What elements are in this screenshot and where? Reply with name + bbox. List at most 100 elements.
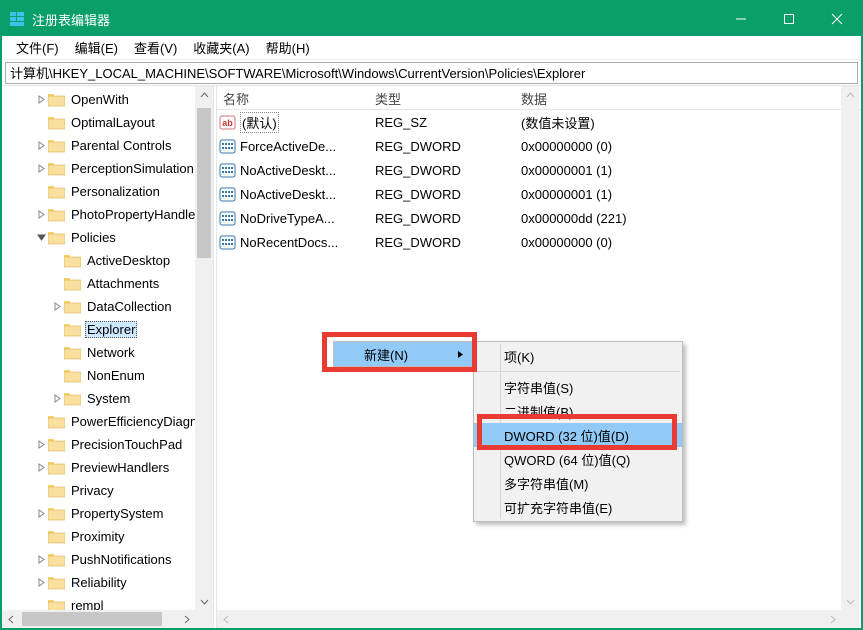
value-row[interactable]: NoDriveTypeA...REG_DWORD0x000000dd (221)	[217, 206, 861, 230]
tree-node-label: OptimalLayout	[69, 114, 157, 131]
tree-node-label: Network	[85, 344, 137, 361]
close-button[interactable]	[813, 2, 861, 36]
minimize-button[interactable]	[717, 2, 765, 36]
collapse-icon[interactable]	[34, 233, 48, 242]
value-data: 0x00000000 (0)	[515, 235, 861, 250]
scroll-left-icon[interactable]	[2, 610, 20, 628]
expand-icon[interactable]	[34, 509, 48, 518]
value-row[interactable]: NoActiveDeskt...REG_DWORD0x00000001 (1)	[217, 182, 861, 206]
column-header-data[interactable]: 数据	[515, 86, 861, 109]
value-row[interactable]: ForceActiveDe...REG_DWORD0x00000000 (0)	[217, 134, 861, 158]
expand-icon[interactable]	[34, 578, 48, 587]
tree-node[interactable]: PowerEfficiencyDiagnostic	[2, 410, 213, 433]
tree-node[interactable]: OptimalLayout	[2, 111, 213, 134]
context-item-label: 可扩充字符串值(E)	[504, 498, 612, 517]
value-row[interactable]: ab(默认)REG_SZ(数值未设置)	[217, 110, 861, 134]
tree-node-label: PhotoPropertyHandler	[69, 206, 202, 223]
expand-icon[interactable]	[34, 463, 48, 472]
tree-node[interactable]: PushNotifications	[2, 548, 213, 571]
tree-node[interactable]: Policies	[2, 226, 213, 249]
menu-help[interactable]: 帮助(H)	[258, 36, 318, 59]
menu-favorites[interactable]: 收藏夹(A)	[185, 36, 257, 59]
folder-icon	[48, 415, 65, 429]
expand-icon[interactable]	[34, 164, 48, 173]
expand-icon[interactable]	[34, 440, 48, 449]
tree-node[interactable]: DataCollection	[2, 295, 213, 318]
folder-icon	[48, 484, 65, 498]
dword-value-icon	[219, 162, 236, 179]
list-vertical-scrollbar[interactable]	[841, 86, 859, 610]
expand-icon[interactable]	[34, 141, 48, 150]
expand-icon[interactable]	[34, 210, 48, 219]
scroll-right-icon[interactable]	[823, 610, 841, 628]
tree-horizontal-scrollbar[interactable]	[2, 610, 195, 628]
window-controls	[717, 2, 861, 36]
scroll-left-icon[interactable]	[217, 610, 235, 628]
context-item-new[interactable]: 新建(N)	[334, 342, 472, 366]
tree-vertical-scrollbar[interactable]	[195, 86, 213, 610]
tree-node[interactable]: Proximity	[2, 525, 213, 548]
scroll-down-icon[interactable]	[841, 592, 859, 610]
scroll-up-icon[interactable]	[195, 86, 213, 104]
scroll-thumb[interactable]	[22, 612, 162, 626]
tree-node[interactable]: System	[2, 387, 213, 410]
tree-node[interactable]: PrecisionTouchPad	[2, 433, 213, 456]
menu-view[interactable]: 查看(V)	[126, 36, 185, 59]
tree-node[interactable]: OpenWith	[2, 88, 213, 111]
scroll-corner	[195, 610, 213, 628]
tree-node[interactable]: Network	[2, 341, 213, 364]
list-horizontal-scrollbar[interactable]	[217, 610, 841, 628]
context-item-expandable-string[interactable]: 可扩充字符串值(E)	[474, 495, 682, 519]
tree-node[interactable]: Parental Controls	[2, 134, 213, 157]
context-item-binary[interactable]: 二进制值(B)	[474, 399, 682, 423]
menu-file[interactable]: 文件(F)	[8, 36, 67, 59]
tree-node-label: Personalization	[69, 183, 162, 200]
tree-node-label: Parental Controls	[69, 137, 173, 154]
maximize-button[interactable]	[765, 2, 813, 36]
address-bar[interactable]: 计算机\HKEY_LOCAL_MACHINE\SOFTWARE\Microsof…	[5, 62, 858, 84]
tree-node[interactable]: Privacy	[2, 479, 213, 502]
column-header-type[interactable]: 类型	[369, 86, 515, 109]
key-tree[interactable]: OpenWith OptimalLayout Parental Controls Pe…	[2, 86, 213, 628]
tree-node[interactable]: ActiveDesktop	[2, 249, 213, 272]
context-item-key[interactable]: 项(K)	[474, 344, 682, 368]
folder-icon	[64, 346, 81, 360]
expand-icon[interactable]	[50, 302, 64, 311]
column-header-name[interactable]: 名称	[217, 86, 369, 109]
tree-node[interactable]: Reliability	[2, 571, 213, 594]
scroll-thumb[interactable]	[197, 108, 211, 258]
column-headers: 名称 类型 数据	[217, 86, 861, 110]
tree-node[interactable]: Personalization	[2, 180, 213, 203]
expand-icon[interactable]	[50, 394, 64, 403]
tree-node[interactable]: PhotoPropertyHandler	[2, 203, 213, 226]
context-item-dword[interactable]: DWORD (32 位)值(D)	[474, 423, 682, 447]
folder-icon	[64, 254, 81, 268]
expand-icon[interactable]	[34, 95, 48, 104]
context-item-multi-string[interactable]: 多字符串值(M)	[474, 471, 682, 495]
context-item-qword[interactable]: QWORD (64 位)值(Q)	[474, 447, 682, 471]
scroll-down-icon[interactable]	[195, 592, 213, 610]
tree-node[interactable]: PropertySystem	[2, 502, 213, 525]
context-item-string[interactable]: 字符串值(S)	[474, 375, 682, 399]
value-name: NoDriveTypeA...	[240, 211, 335, 226]
tree-node[interactable]: PreviewHandlers	[2, 456, 213, 479]
context-menu-main[interactable]: 新建(N)	[333, 341, 473, 367]
tree-node[interactable]: PerceptionSimulation	[2, 157, 213, 180]
value-row[interactable]: NoRecentDocs...REG_DWORD0x00000000 (0)	[217, 230, 861, 254]
menu-bar: 文件(F) 编辑(E) 查看(V) 收藏夹(A) 帮助(H)	[2, 36, 861, 60]
folder-icon	[48, 576, 65, 590]
value-type: REG_DWORD	[369, 211, 515, 226]
dword-value-icon	[219, 210, 236, 227]
scroll-up-icon[interactable]	[841, 86, 859, 104]
scroll-right-icon[interactable]	[177, 610, 195, 628]
context-submenu-new[interactable]: 项(K) 字符串值(S) 二进制值(B) DWORD (32 位)值(D) QW…	[473, 341, 683, 522]
tree-node-label: Policies	[69, 229, 118, 246]
menu-edit[interactable]: 编辑(E)	[67, 36, 126, 59]
value-name: NoRecentDocs...	[240, 235, 338, 250]
value-row[interactable]: NoActiveDeskt...REG_DWORD0x00000001 (1)	[217, 158, 861, 182]
tree-node[interactable]: NonEnum	[2, 364, 213, 387]
tree-node[interactable]: Attachments	[2, 272, 213, 295]
value-name: (默认)	[240, 112, 279, 133]
expand-icon[interactable]	[34, 555, 48, 564]
tree-node[interactable]: Explorer	[2, 318, 213, 341]
